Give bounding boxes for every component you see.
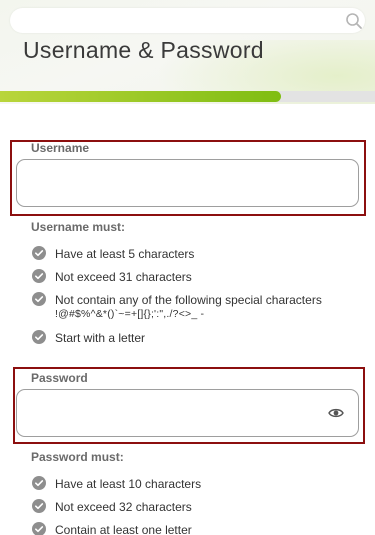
- page-header: Username & Password: [0, 0, 375, 104]
- rule-text: Start with a letter: [55, 331, 146, 345]
- password-input[interactable]: [16, 389, 359, 437]
- check-circle-icon: [32, 246, 46, 260]
- check-circle-icon: [32, 522, 46, 535]
- check-circle-icon: [32, 330, 46, 344]
- password-label: Password: [31, 371, 88, 385]
- check-circle-icon: [32, 292, 46, 306]
- check-circle-icon: [32, 476, 46, 490]
- rule-text: Have at least 10 characters: [55, 477, 202, 491]
- username-label: Username: [31, 141, 90, 155]
- rule-text: Not exceed 32 characters: [55, 500, 192, 514]
- search-input[interactable]: [24, 11, 324, 30]
- rule-text: Contain at least one letter: [55, 523, 192, 535]
- rule-text: Not contain any of the following special…: [55, 293, 355, 321]
- progress-fill: [0, 91, 282, 102]
- check-circle-icon: [32, 269, 46, 283]
- username-input[interactable]: [16, 159, 359, 207]
- search-bar[interactable]: [10, 8, 365, 33]
- rule-text-line: Not contain any of the following special…: [55, 293, 322, 307]
- page-title: Username & Password: [23, 37, 264, 63]
- rule-text: Not exceed 31 characters: [55, 270, 192, 284]
- eye-icon[interactable]: [328, 407, 344, 419]
- username-rules-heading: Username must:: [31, 220, 126, 234]
- search-icon[interactable]: [344, 11, 364, 31]
- special-characters: !@#$%^&*()`~=+[]{};':",./?<>_ -: [55, 308, 205, 320]
- password-rules-heading: Password must:: [31, 450, 124, 464]
- check-circle-icon: [32, 499, 46, 513]
- progress-bar: [0, 91, 375, 102]
- rule-text: Have at least 5 characters: [55, 247, 195, 261]
